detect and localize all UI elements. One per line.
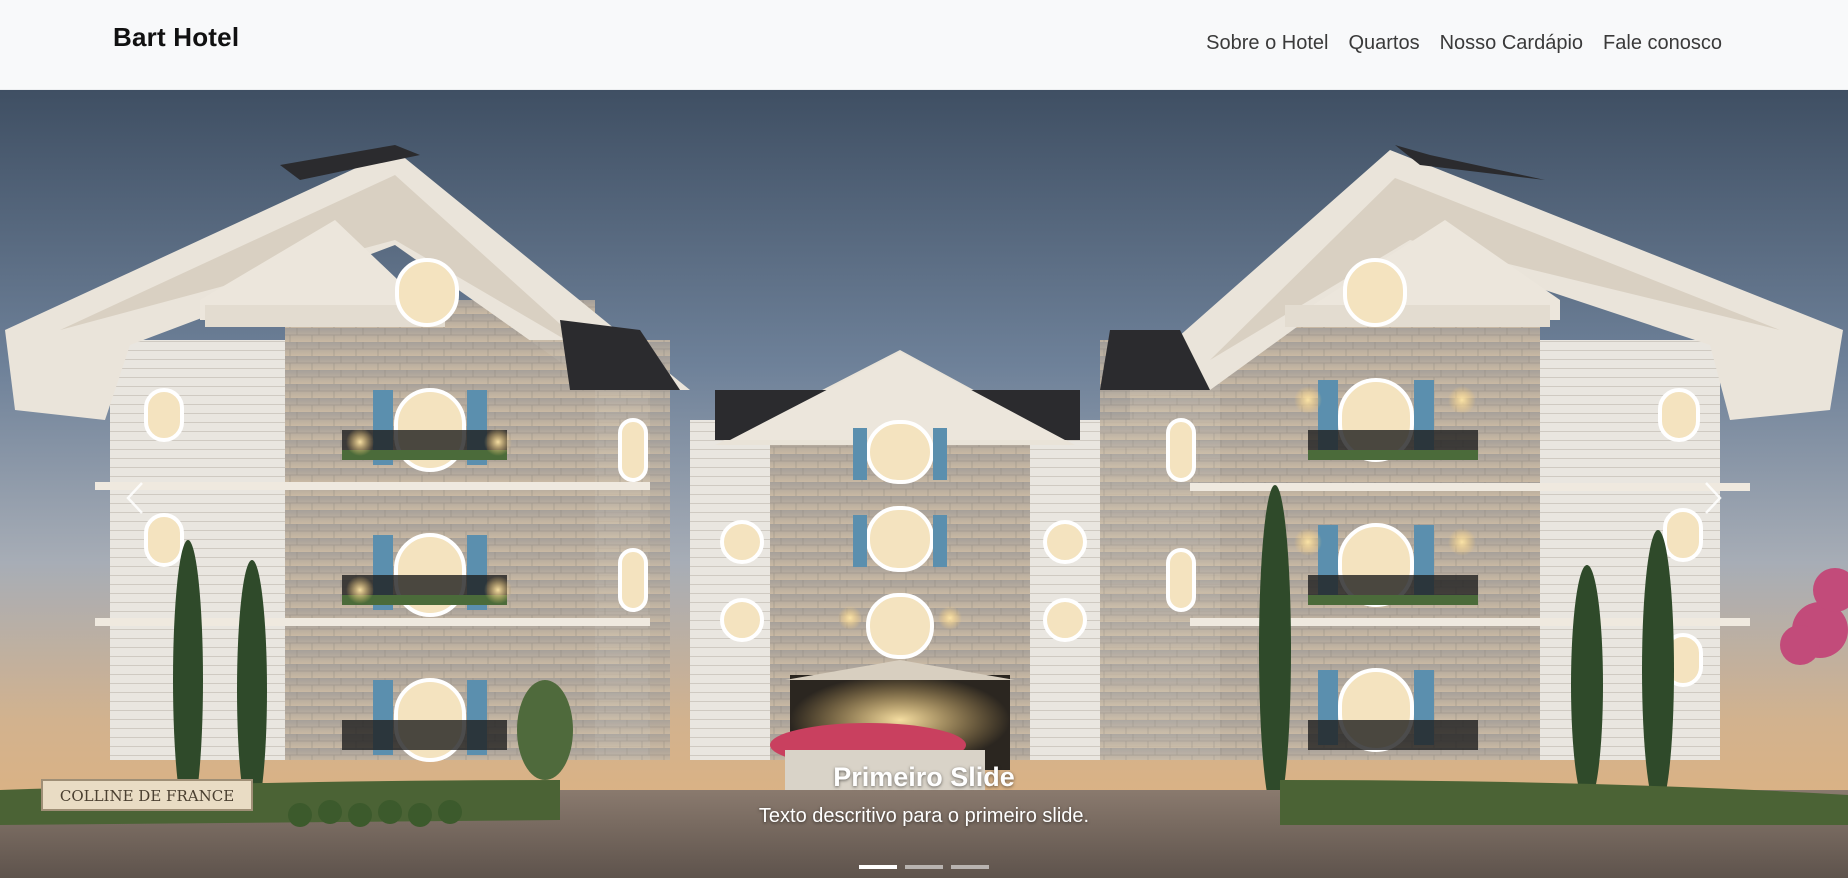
carousel-indicator-3[interactable] — [951, 865, 989, 869]
nav-link-sobre-o-hotel[interactable]: Sobre o Hotel — [1206, 32, 1328, 55]
carousel-next-button[interactable] — [1683, 468, 1743, 528]
nav-link-nosso-cardapio[interactable]: Nosso Cardápio — [1440, 32, 1583, 55]
chevron-left-icon — [126, 482, 143, 514]
carousel-indicator-2[interactable] — [905, 865, 943, 869]
hero-carousel: COLLINE DE FRANCE Primeiro Slide Texto d… — [0, 90, 1848, 878]
nav-link-quartos[interactable]: Quartos — [1348, 32, 1419, 55]
chevron-right-icon — [1705, 482, 1722, 514]
carousel-prev-button[interactable] — [105, 468, 165, 528]
carousel-indicators — [0, 865, 1848, 869]
nav-link-fale-conosco[interactable]: Fale conosco — [1603, 32, 1722, 55]
slide-image-hotel: COLLINE DE FRANCE — [0, 90, 1848, 878]
slide-caption-title: Primeiro Slide — [833, 762, 1015, 792]
brand-logo-link[interactable]: Bart Hotel — [113, 22, 239, 53]
navbar: Bart Hotel Sobre o Hotel Quartos Nosso C… — [0, 0, 1848, 90]
carousel-indicator-1[interactable] — [859, 865, 897, 869]
slide-caption-text: Texto descritivo para o primeiro slide. — [758, 805, 1090, 827]
nav-links: Sobre o Hotel Quartos Nosso Cardápio Fal… — [1206, 32, 1722, 55]
